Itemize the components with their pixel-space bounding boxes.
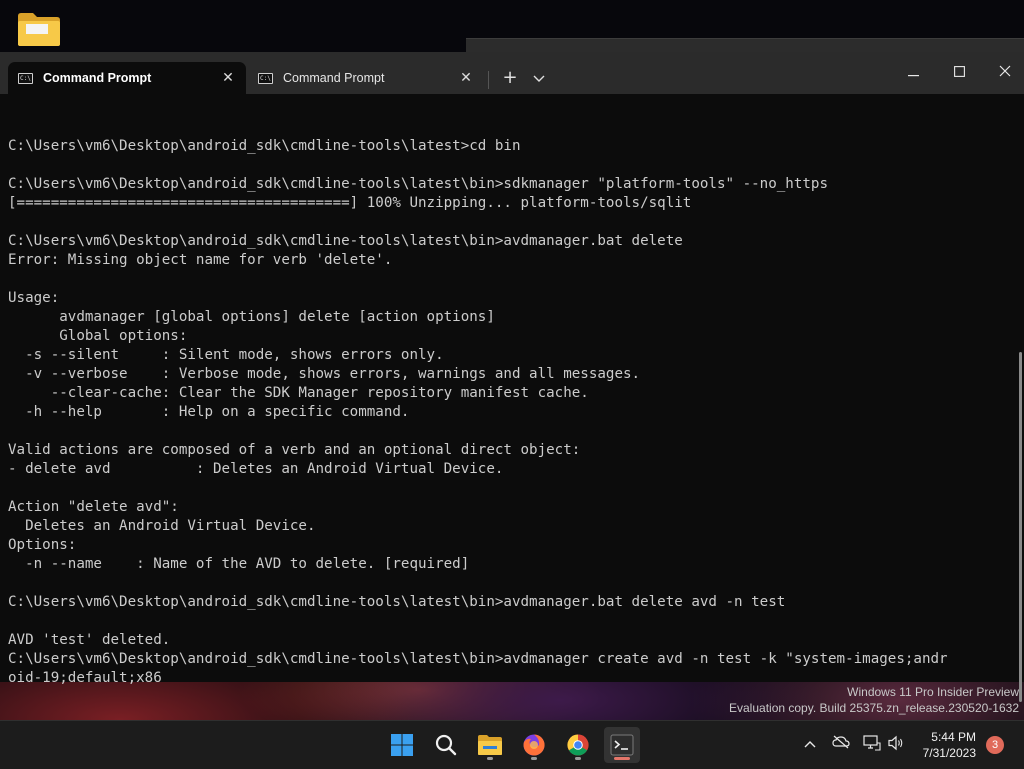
close-icon[interactable]: ✕	[456, 68, 476, 88]
terminal-button[interactable]	[604, 727, 640, 763]
scrollbar-thumb[interactable]	[1019, 352, 1022, 702]
console-line: -n --name : Name of the AVD to delete. […	[8, 556, 470, 572]
search-icon	[435, 734, 457, 756]
tab-separator	[488, 71, 489, 89]
console-line: C:\Users\vm6\Desktop\android_sdk\cmdline…	[8, 651, 948, 667]
maximize-button[interactable]	[936, 60, 982, 88]
tab-dropdown-button[interactable]	[525, 66, 553, 90]
console-line: C:\Users\vm6\Desktop\android_sdk\cmdline…	[8, 176, 828, 192]
title-bar: Command Prompt ✕ Command Prompt ✕ +	[0, 52, 1024, 94]
start-button[interactable]	[384, 727, 420, 763]
close-icon[interactable]: ✕	[218, 68, 238, 88]
speaker-icon	[888, 735, 903, 751]
taskbar: 5:44 PM 7/31/2023 3	[0, 720, 1024, 769]
clock[interactable]: 5:44 PM 7/31/2023	[923, 729, 976, 761]
running-indicator	[531, 757, 537, 760]
console-line: Valid actions are composed of a verb and…	[8, 442, 581, 458]
console-line: Error: Missing object name for verb 'del…	[8, 252, 393, 268]
scrollbar[interactable]	[1018, 94, 1024, 702]
onedrive-button[interactable]	[831, 735, 851, 755]
minimize-icon	[907, 75, 919, 77]
cmd-icon	[18, 72, 33, 84]
maximize-icon	[953, 66, 965, 77]
console-line: Action "delete avd":	[8, 499, 179, 515]
console-line: Deletes an Android Virtual Device.	[8, 518, 316, 534]
firefox-icon	[523, 734, 545, 756]
active-indicator	[614, 757, 630, 760]
close-window-button[interactable]	[982, 60, 1024, 88]
tab-title: Command Prompt	[43, 71, 152, 85]
file-explorer-button[interactable]	[472, 727, 508, 763]
console-line: - delete avd : Deletes an Android Virtua…	[8, 461, 504, 477]
file-explorer-icon	[478, 735, 502, 755]
console-line: C:\Users\vm6\Desktop\android_sdk\cmdline…	[8, 594, 786, 610]
cloud-offline-icon	[832, 735, 850, 749]
console-line: Usage:	[8, 290, 60, 306]
console-line: C:\Users\vm6\Desktop\android_sdk\cmdline…	[8, 233, 683, 249]
running-indicator	[487, 757, 493, 760]
show-hidden-icons-button[interactable]	[800, 735, 820, 755]
console-line: AVD 'test' deleted.	[8, 632, 171, 648]
evaluation-watermark: Windows 11 Pro Insider Preview Evaluatio…	[729, 684, 1019, 716]
console-line: -v --verbose : Verbose mode, shows error…	[8, 366, 641, 382]
watermark-line-1: Windows 11 Pro Insider Preview	[847, 685, 1019, 699]
terminal-icon	[610, 734, 634, 756]
minimize-button[interactable]	[890, 60, 936, 88]
firefox-button[interactable]	[516, 727, 552, 763]
console-line: --clear-cache: Clear the SDK Manager rep…	[8, 385, 589, 401]
console-line: -s --silent : Silent mode, shows errors …	[8, 347, 444, 363]
clock-date: 7/31/2023	[922, 746, 976, 760]
tab-title: Command Prompt	[283, 71, 385, 85]
volume-button[interactable]	[886, 735, 906, 755]
notification-badge[interactable]: 3	[986, 736, 1004, 754]
close-icon	[999, 65, 1011, 77]
console-line: avdmanager [global options] delete [acti…	[8, 309, 495, 325]
cmd-icon	[258, 72, 273, 84]
console-line: C:\Users\vm6\Desktop\android_sdk\cmdline…	[8, 138, 521, 154]
start-icon	[391, 734, 413, 756]
running-indicator	[575, 757, 581, 760]
chrome-button[interactable]	[560, 727, 596, 763]
console-line: [=======================================…	[8, 195, 692, 211]
tab-command-prompt-2[interactable]: Command Prompt ✕	[248, 62, 484, 94]
terminal-window: Command Prompt ✕ Command Prompt ✕ + C:\U…	[0, 52, 1024, 702]
desktop-folder-icon[interactable]	[16, 10, 62, 48]
console-line: -h --help : Help on a specific command.	[8, 404, 410, 420]
console-output[interactable]: C:\Users\vm6\Desktop\android_sdk\cmdline…	[8, 118, 1002, 688]
chevron-down-icon	[533, 75, 545, 82]
new-tab-button[interactable]: +	[496, 66, 524, 90]
console-line: Global options:	[8, 328, 188, 344]
tab-command-prompt-1[interactable]: Command Prompt ✕	[8, 62, 246, 94]
watermark-line-2: Evaluation copy. Build 25375.zn_release.…	[729, 701, 1019, 715]
network-button[interactable]	[862, 735, 882, 755]
network-icon	[863, 735, 881, 751]
clock-time: 5:44 PM	[931, 730, 976, 744]
chrome-icon	[567, 734, 589, 756]
console-line: Options:	[8, 537, 77, 553]
search-button[interactable]	[428, 727, 464, 763]
chevron-up-icon	[804, 741, 816, 748]
